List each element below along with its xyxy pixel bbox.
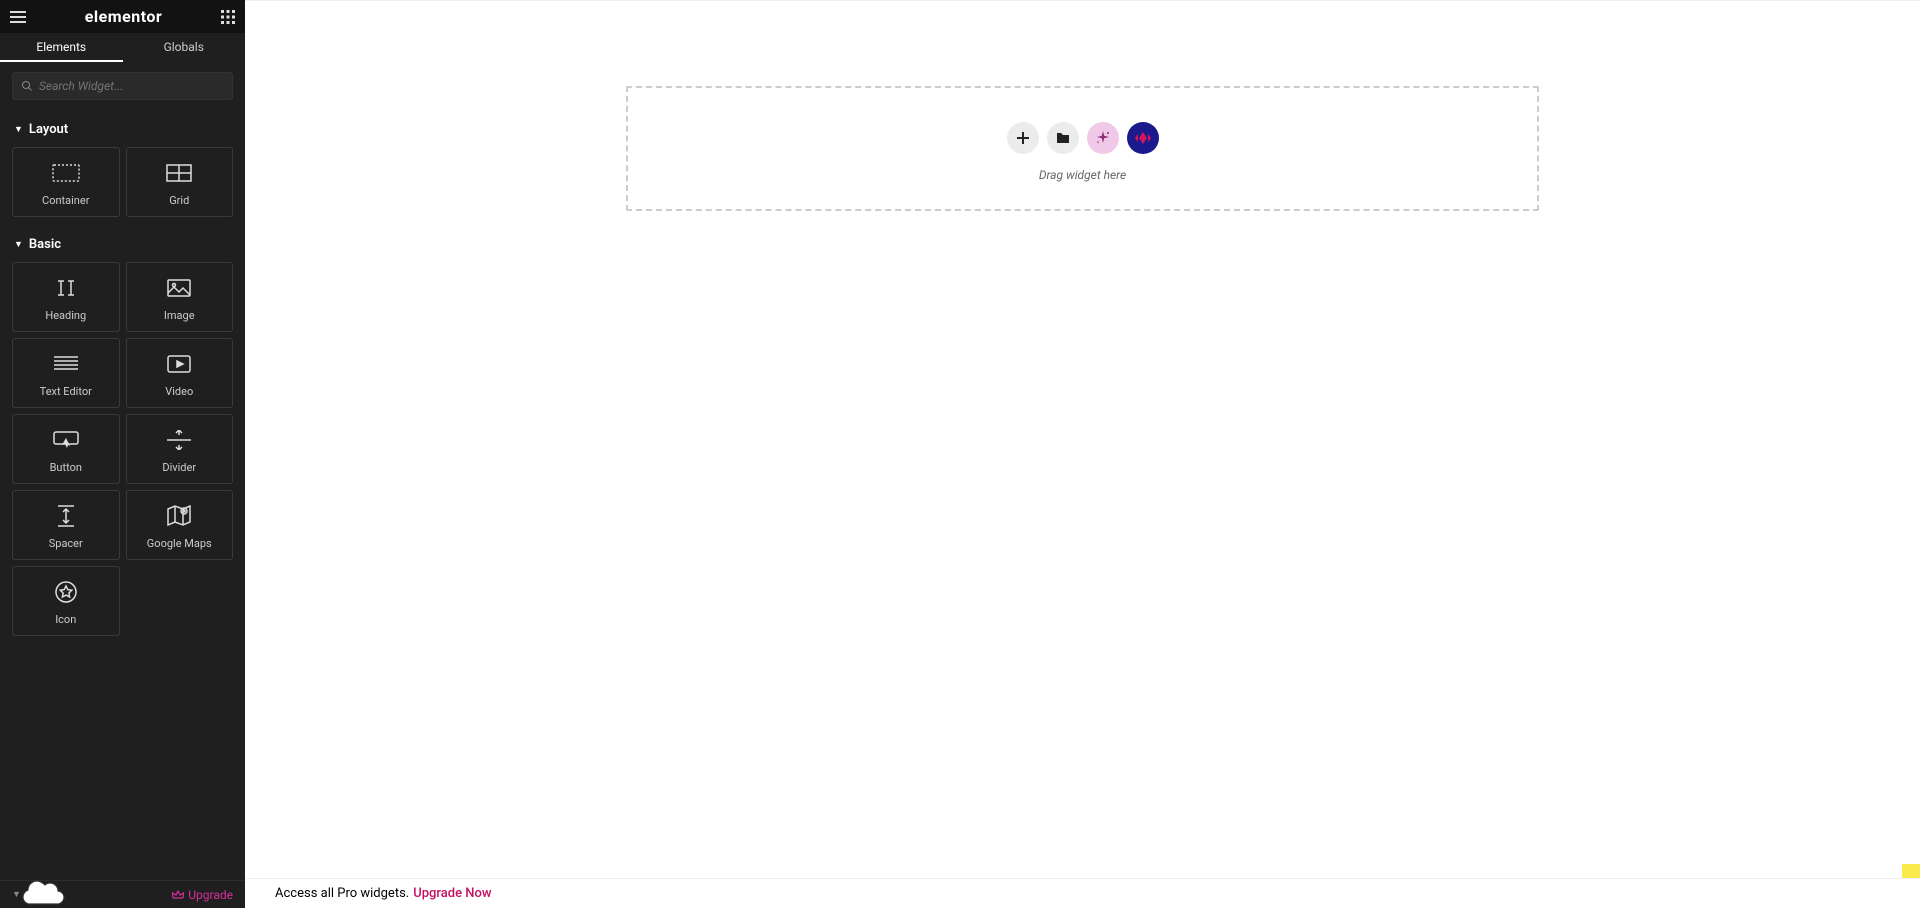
bottom-promo-bar: Access all Pro widgets. Upgrade Now bbox=[245, 878, 1920, 908]
apps-icon[interactable] bbox=[221, 10, 235, 24]
divider-icon bbox=[167, 425, 191, 455]
brand-icon bbox=[1135, 132, 1151, 144]
crown-icon bbox=[172, 890, 184, 900]
canvas-topbar bbox=[245, 0, 1920, 30]
widget-label: Container bbox=[42, 194, 89, 207]
menu-icon[interactable] bbox=[10, 11, 26, 23]
brand-logo: elementor bbox=[85, 7, 163, 26]
widget-label: Google Maps bbox=[147, 537, 212, 550]
widget-label: Divider bbox=[162, 461, 196, 474]
promo-text: Access all Pro widgets. bbox=[275, 886, 409, 901]
dropzone-hint: Drag widget here bbox=[1039, 168, 1126, 182]
ai-button[interactable] bbox=[1087, 122, 1119, 154]
widget-label: Button bbox=[50, 461, 82, 474]
heading-icon bbox=[54, 273, 78, 303]
brand-action-button[interactable] bbox=[1127, 122, 1159, 154]
widget-image[interactable]: Image bbox=[126, 262, 234, 332]
dropzone[interactable]: Drag widget here bbox=[626, 86, 1539, 211]
widget-label: Text Editor bbox=[40, 385, 92, 398]
upgrade-link[interactable]: Upgrade bbox=[172, 888, 233, 902]
caret-down-icon: ▼ bbox=[14, 124, 23, 135]
sidebar-header: elementor bbox=[0, 0, 245, 33]
widget-label: Image bbox=[164, 309, 195, 322]
widget-heading[interactable]: Heading bbox=[12, 262, 120, 332]
widget-label: Grid bbox=[169, 194, 189, 207]
sidebar: elementor Elements Globals ▼ Layout bbox=[0, 0, 245, 908]
canvas: Drag widget here Access all Pro widgets.… bbox=[245, 0, 1920, 908]
widget-label: Icon bbox=[55, 613, 76, 626]
upgrade-now-link[interactable]: Upgrade Now bbox=[413, 886, 491, 901]
map-icon bbox=[167, 501, 191, 531]
widget-label: Heading bbox=[45, 309, 86, 322]
upgrade-text: Upgrade bbox=[188, 888, 233, 902]
widget-google-maps[interactable]: Google Maps bbox=[126, 490, 234, 560]
pro-badge: ▼ Pro bbox=[12, 889, 47, 901]
plus-icon bbox=[1016, 131, 1030, 145]
grid-icon bbox=[166, 158, 192, 188]
search-icon bbox=[21, 80, 33, 92]
star-icon bbox=[55, 577, 77, 607]
section-basic[interactable]: ▼ Basic bbox=[0, 225, 245, 262]
widget-text-editor[interactable]: Text Editor bbox=[12, 338, 120, 408]
widget-video[interactable]: Video bbox=[126, 338, 234, 408]
tab-elements[interactable]: Elements bbox=[0, 33, 123, 62]
widget-divider[interactable]: Divider bbox=[126, 414, 234, 484]
video-icon bbox=[167, 349, 191, 379]
button-icon bbox=[53, 425, 79, 455]
widget-label: Spacer bbox=[49, 537, 83, 550]
widget-icon[interactable]: Icon bbox=[12, 566, 120, 636]
section-layout[interactable]: ▼ Layout bbox=[0, 110, 245, 147]
template-library-button[interactable] bbox=[1047, 122, 1079, 154]
sidebar-footer: ▼ Pro Upgrade bbox=[0, 880, 245, 908]
search-input-wrapper[interactable] bbox=[12, 72, 233, 100]
widget-grid[interactable]: Grid bbox=[126, 147, 234, 217]
highlight-marker bbox=[1902, 864, 1920, 878]
add-section-button[interactable] bbox=[1007, 122, 1039, 154]
widgets-panel: ▼ Layout Container Grid bbox=[0, 110, 245, 880]
image-icon bbox=[167, 273, 191, 303]
search-input[interactable] bbox=[39, 79, 224, 93]
sparkle-icon bbox=[1096, 131, 1110, 145]
caret-down-icon: ▼ bbox=[14, 239, 23, 250]
widget-label: Video bbox=[165, 385, 193, 398]
text-editor-icon bbox=[54, 349, 78, 379]
widget-container[interactable]: Container bbox=[12, 147, 120, 217]
section-title-text: Layout bbox=[29, 122, 68, 137]
container-icon bbox=[52, 158, 80, 188]
panel-tabs: Elements Globals bbox=[0, 33, 245, 62]
svg-text:Pro: Pro bbox=[23, 892, 37, 901]
section-title-text: Basic bbox=[29, 237, 61, 252]
folder-icon bbox=[1056, 132, 1070, 144]
widget-button[interactable]: Button bbox=[12, 414, 120, 484]
widget-spacer[interactable]: Spacer bbox=[12, 490, 120, 560]
tab-globals[interactable]: Globals bbox=[123, 33, 246, 62]
spacer-icon bbox=[56, 501, 76, 531]
